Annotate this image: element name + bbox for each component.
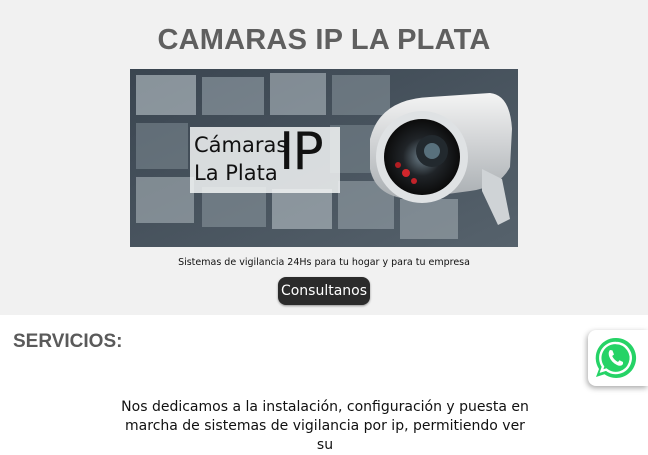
services-description: Nos dedicamos a la instalación, configur… bbox=[120, 398, 530, 455]
hero-banner-image: Cámaras La Plata IP bbox=[130, 69, 518, 247]
page-title: CAMARAS IP LA PLATA bbox=[157, 24, 491, 56]
consultanos-button[interactable]: Consultanos bbox=[278, 277, 370, 305]
hero-section: CAMARAS IP LA PLATA Cámaras La Plata IP … bbox=[0, 0, 648, 315]
services-heading: SERVICIOS: bbox=[13, 331, 123, 352]
banner-text-ip: IP bbox=[279, 122, 324, 182]
cctv-background-illustration bbox=[130, 69, 518, 247]
banner-text-camaras: Cámaras bbox=[194, 133, 288, 157]
services-description-line-2: marcha de sistemas de vigilancia por ip,… bbox=[125, 418, 525, 453]
whatsapp-icon bbox=[595, 337, 637, 378]
banner-text-la-plata: La Plata bbox=[194, 161, 278, 185]
services-description-line-1: Nos dedicamos a la instalación, configur… bbox=[121, 399, 529, 415]
whatsapp-button[interactable] bbox=[588, 330, 648, 386]
tagline: Sistemas de vigilancia 24Hs para tu hoga… bbox=[178, 257, 470, 268]
